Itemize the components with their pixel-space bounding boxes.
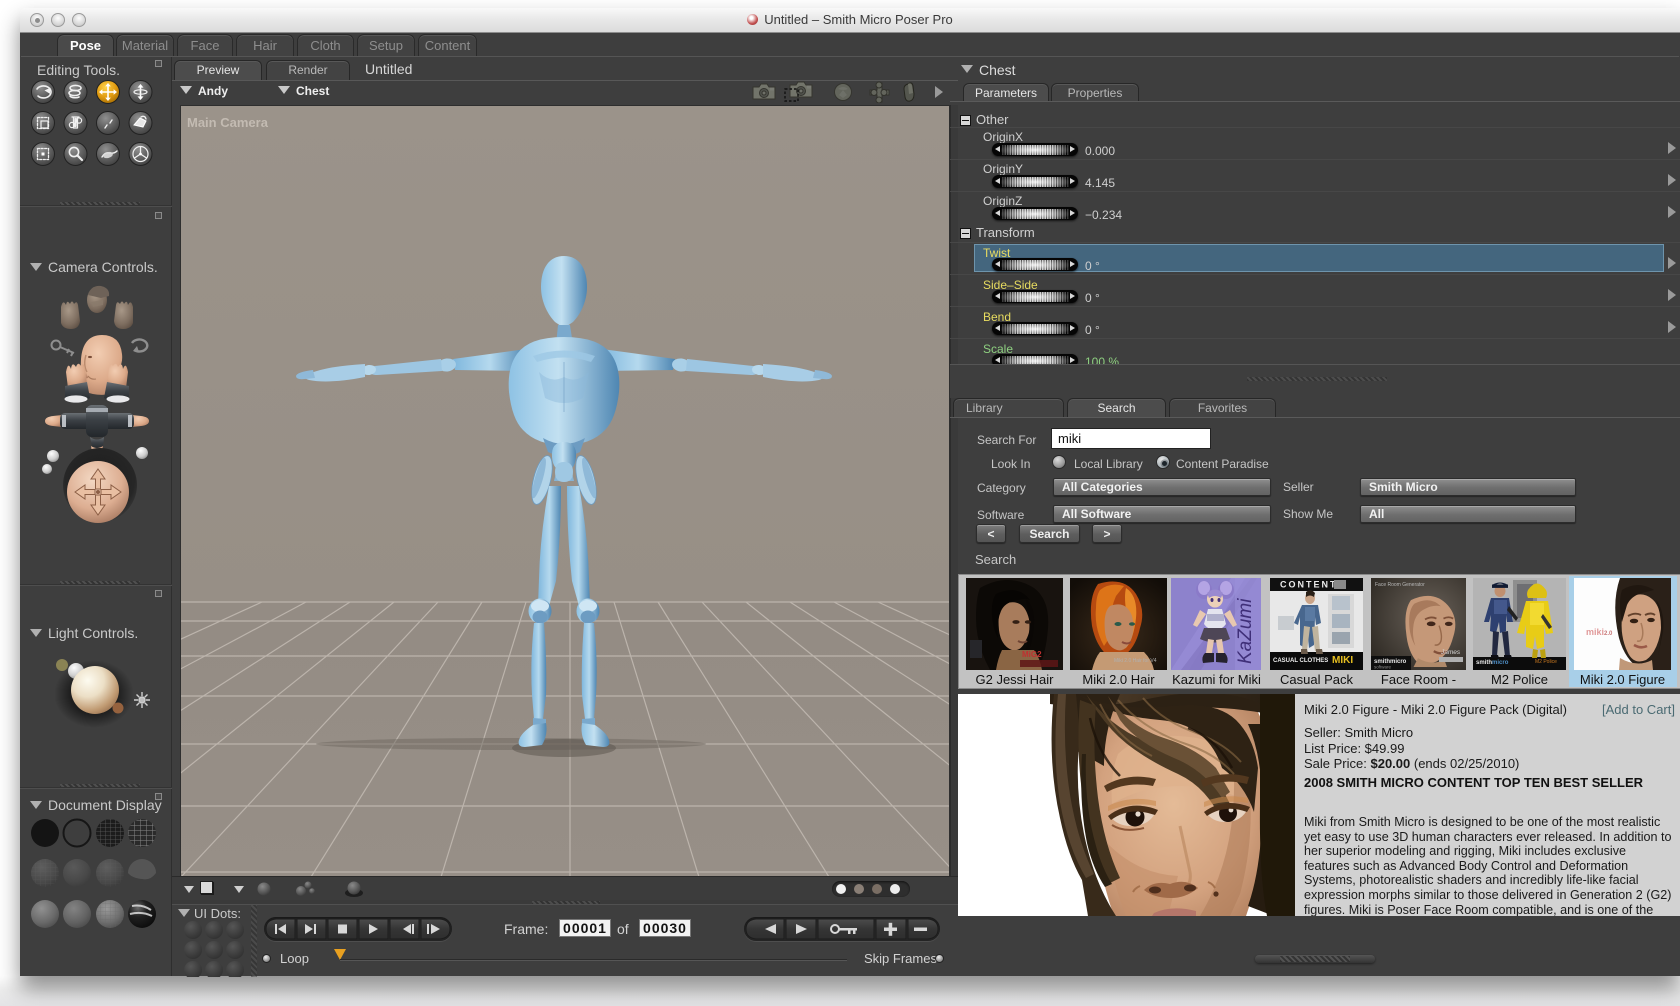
svg-text:Miki 2.0 Hair for V4: Miki 2.0 Hair for V4 [1114,658,1157,664]
svg-text:Face Room Generator: Face Room Generator [1375,582,1425,588]
svg-text:Main Camera: Main Camera [187,115,269,130]
svg-text:CASUAL CLOTHES: CASUAL CLOTHES [1273,658,1328,664]
svg-text:KaZumi: KaZumi [1235,598,1256,664]
svg-text:James: James [1440,649,1461,656]
svg-text:software: software [1374,665,1392,670]
svg-text:MIKI: MIKI [1332,655,1353,666]
svg-text:smithmicro: smithmicro [1476,660,1509,666]
svg-text:M2 Police: M2 Police [1535,659,1557,665]
svg-text:MiG2: MiG2 [1022,650,1042,659]
svg-text:CONTENT: CONTENT [1280,580,1338,590]
